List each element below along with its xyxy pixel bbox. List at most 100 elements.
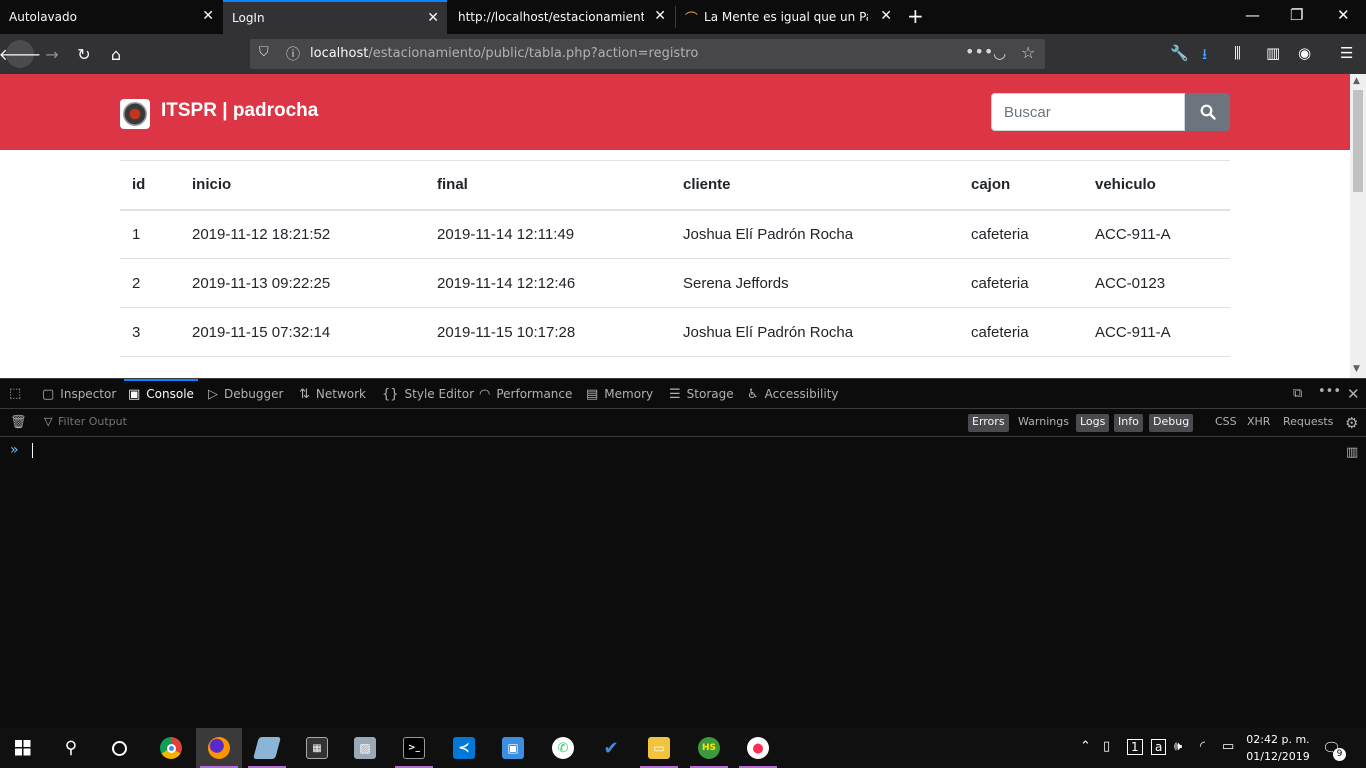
cell-cajon: cafeteria [959,307,1083,357]
url-text[interactable]: localhost/estacionamiento/public/tabla.p… [310,46,698,61]
file-explorer-icon[interactable]: ▭ [636,728,682,768]
library-icon[interactable]: ⫼ [1234,44,1241,62]
account-icon[interactable]: ◉ [1298,44,1311,62]
page-actions-icon[interactable]: ••• [965,42,993,61]
tab-label: Console [146,387,194,401]
close-devtools-icon[interactable]: ✕ [1347,385,1360,403]
system-clock[interactable]: 02:42 p. m. 01/12/2019 [1246,731,1310,765]
filter-warnings[interactable]: Warnings [1014,414,1073,432]
close-window-icon[interactable]: ✕ [1337,6,1350,24]
volume-icon[interactable]: 🕪 [1174,739,1182,754]
scroll-up-icon[interactable]: ▲ [1353,76,1360,86]
settings-gear-icon[interactable]: ⚙ [1345,414,1358,432]
cell-id: 2 [120,258,180,308]
filter-errors[interactable]: Errors [968,414,1009,432]
info-icon[interactable]: ⓘ [286,44,300,64]
tab-memory[interactable]: ▤ Memory [586,379,653,409]
show-hidden-icons-icon[interactable]: ⌃ [1080,739,1091,754]
vscode-icon[interactable]: ≺ [441,728,487,768]
close-tab-icon[interactable]: ✕ [654,8,666,24]
firefox-icon[interactable] [196,728,242,768]
back-button[interactable]: 🡐 [0,40,41,68]
restore-icon[interactable]: ❐ [1290,6,1303,24]
close-tab-icon[interactable]: ✕ [427,10,439,26]
navigation-toolbar: 🡐 → ↻ ⌂ ⛉ ⓘ localhost/estacionamiento/pu… [0,34,1366,74]
photos-app-icon[interactable]: ▨ [342,728,388,768]
sidebar-icon[interactable]: ▥ [1266,44,1280,62]
window-app-icon[interactable]: ▣ [490,728,536,768]
hs-app-icon[interactable]: HS [686,728,732,768]
cell-cliente: Joshua Elí Padrón Rocha [671,209,959,259]
tab-localhost[interactable]: http://localhost/estacionamiento/p ✕ [449,0,674,34]
scroll-down-icon[interactable]: ▼ [1353,364,1360,374]
filter-output-input[interactable]: Filter Output [58,415,127,428]
num-lock-icon[interactable]: 1 [1127,739,1143,755]
shield-icon[interactable]: ⛉ [259,45,269,60]
menu-icon[interactable]: ☰ [1340,44,1353,62]
new-tab-icon[interactable]: + [907,4,924,28]
tab-autolavado[interactable]: Autolavado ✕ [0,0,222,34]
tab-network[interactable]: ⇅ Network [299,379,366,409]
calculator-icon[interactable]: ▦ [294,728,340,768]
minimize-icon[interactable]: — [1245,6,1260,24]
tab-inspector[interactable]: ▢ Inspector [42,379,116,409]
home-button[interactable]: ⌂ [102,40,130,68]
dock-icon[interactable]: ⧉ [1293,386,1302,401]
todo-app-icon[interactable]: ✔ [588,728,634,768]
terminal-icon[interactable]: >_ [391,728,437,768]
scrollbar-thumb[interactable] [1353,90,1363,192]
close-tab-icon[interactable]: ✕ [880,8,892,24]
whatsapp-icon[interactable]: ✆ [540,728,586,768]
filter-logs[interactable]: Logs [1076,414,1110,432]
red-app-icon[interactable]: ● [735,728,781,768]
tablet-icon[interactable]: ▯ [1103,739,1110,754]
notes-app-icon[interactable] [244,728,290,768]
filter-requests[interactable]: Requests [1279,414,1337,432]
search-taskbar-icon[interactable]: ⚲ [48,728,94,768]
battery-icon[interactable]: ▭ [1222,739,1234,754]
console-input[interactable] [32,443,33,458]
page-scrollbar[interactable]: ▲ ▼ [1350,74,1366,378]
filter-xhr[interactable]: XHR [1243,414,1274,432]
chrome-icon[interactable] [148,728,194,768]
forward-button[interactable]: → [38,40,66,68]
bookmark-star-icon[interactable]: ☆ [1021,43,1035,62]
cortana-icon[interactable] [96,728,142,768]
cell-cliente: Serena Jeffords [671,258,959,308]
clock-date: 01/12/2019 [1246,750,1310,763]
tab-la-mente[interactable]: ⌒ La Mente es igual que un Parac ✕ [676,0,900,34]
search-input[interactable] [991,93,1185,131]
console-filter-bar: 🗑 ▽ Filter Output Errors Warnings Logs I… [0,410,1366,437]
caps-lock-icon[interactable]: a [1151,739,1167,755]
tab-label: Memory [604,387,654,401]
tab-console[interactable]: ▣ Console [124,379,198,409]
tab-accessibility[interactable]: ♿ Accessibility [747,379,839,409]
filter-icon: ▽ [44,415,53,428]
download-icon[interactable]: ⭳ [1202,44,1207,69]
tab-performance[interactable]: ◠ Performance [479,379,572,409]
search-button[interactable] [1185,93,1230,131]
tab-debugger[interactable]: ▷ Debugger [208,379,283,409]
memory-icon: ▤ [586,386,599,402]
tab-label: Autolavado [9,10,77,24]
url-bar[interactable]: ⛉ ⓘ localhost/estacionamiento/public/tab… [250,39,1045,69]
tab-style-editor[interactable]: {} Style Editor [382,379,474,409]
reload-button[interactable]: ↻ [70,40,98,68]
more-options-icon[interactable]: ••• [1318,384,1341,399]
brand-title[interactable]: ITSPR | padrocha [161,100,318,122]
wifi-icon[interactable]: ◜ [1200,739,1205,754]
tab-login[interactable]: LogIn ✕ [223,0,447,34]
trash-icon[interactable]: 🗑 [10,415,27,430]
split-console-icon[interactable]: ▥ [1346,445,1358,460]
wrench-icon[interactable]: 🔧 [1170,44,1189,62]
tab-label: http://localhost/estacionamiento/p [458,10,644,24]
pick-element-icon[interactable]: ⬚ [9,386,21,401]
table-row: 3 2019-11-15 07:32:14 2019-11-15 10:17:2… [120,307,1230,357]
filter-debug[interactable]: Debug [1149,414,1194,432]
filter-info[interactable]: Info [1114,414,1143,432]
start-button[interactable] [0,728,46,768]
filter-css[interactable]: CSS [1211,414,1241,432]
tab-storage[interactable]: ☰ Storage [669,379,734,409]
pocket-icon[interactable]: ◡ [993,44,1006,62]
close-tab-icon[interactable]: ✕ [202,8,214,24]
